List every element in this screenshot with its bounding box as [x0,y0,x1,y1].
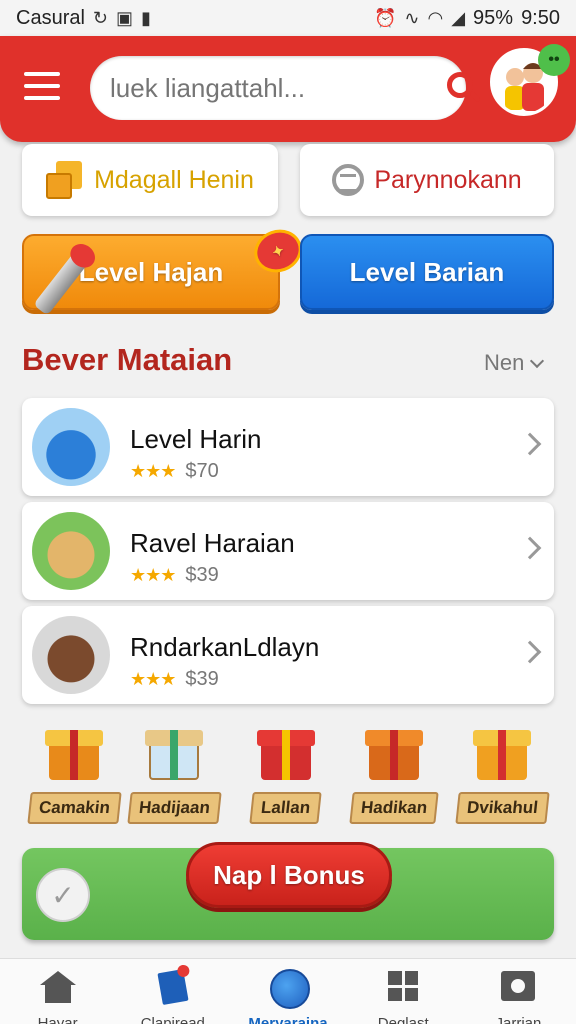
level-button-label: Level Hajan [78,256,224,287]
check-icon[interactable]: ✓ [36,868,90,922]
list-item-title: RndarkanLdlayn [130,632,320,662]
menu-icon[interactable] [24,72,60,100]
nav-item-grid[interactable]: Deglast [346,959,461,1024]
document-icon [46,161,84,199]
search-bar [90,56,482,120]
gift-label: Hadikan [349,792,439,824]
gift-label: Dvikahul [454,792,550,824]
battery-level: 95% [473,6,514,29]
quick-action-payment[interactable]: Parynnokann [300,144,554,216]
list-item-meta: ★★★ $39 [130,564,219,587]
clock: 9:50 [521,6,560,29]
globe-icon [270,969,310,1009]
list-item[interactable]: Level Harin ★★★ $70 [22,398,554,496]
quick-action-label: Parynnokann [374,165,522,194]
bottom-nav: Hayar Clapiread Meryaraina Deglast Jarri… [0,958,576,1024]
camera-icon [500,971,536,1005]
sim-icon: ▮ [141,7,151,28]
list-item[interactable]: RndarkanLdlayn ★★★ $39 [22,606,554,704]
nav-label: Jarrian [495,1015,542,1024]
gift-item[interactable]: Lallan [236,726,336,824]
list-item-price: $39 [185,564,219,586]
treasure-chest-icon [32,616,110,694]
search-input[interactable] [110,72,445,104]
gift-box-icon [257,726,315,782]
level-blue-button[interactable]: Level Barian [300,234,554,310]
list-item-price: $70 [185,460,219,482]
section-title: Bever Mataian [22,342,233,377]
gift-label: Camakin [26,792,122,824]
signal-icon: ◢ [451,7,466,28]
grid-icon [385,971,421,1005]
nav-label: Clapiread [140,1015,205,1024]
section-more-dropdown[interactable]: Nen [484,350,545,376]
chevron-right-icon [518,640,542,664]
list-item-price: $39 [185,668,219,690]
level-orange-button[interactable]: Level Hajan ✦ [22,223,308,316]
alarm-icon: ⏰ [373,7,397,28]
nav-label: Meryaraina [248,1015,328,1024]
app-header: •• [0,36,576,142]
gift-box-icon [473,726,531,782]
online-badge-icon: •• [538,44,570,76]
vibrate-icon: ∿ [404,7,420,28]
nav-label: Hayar [37,1015,78,1024]
gift-box-icon [145,726,203,782]
screenshot-icon: ▣ [116,7,134,28]
chevron-right-icon [518,536,542,560]
gift-item[interactable]: Hadikan [344,726,444,824]
star-rating-icon: ★★★ [130,461,176,481]
nav-item-globe[interactable]: Meryaraina [230,959,345,1024]
bonus-button[interactable]: Nap l Bonus [186,842,392,908]
home-icon [39,971,76,1005]
book-icon [155,968,191,1006]
signal-circle-icon [332,164,365,196]
gift-box-icon [365,726,423,782]
nav-item-home[interactable]: Hayar [0,959,115,1024]
wifi-icon: ◠ [427,7,444,28]
gift-item[interactable]: Hadijaan [124,726,224,824]
search-icon[interactable] [445,70,482,106]
list-item-title: Ravel Haraiаn [130,528,295,558]
section-more-label: Nen [484,350,525,375]
chevron-down-icon [530,353,545,369]
star-rating-icon: ★★★ [130,669,176,689]
nav-item-book[interactable]: Clapiread [115,959,230,1024]
list-item-title: Level Harin [130,424,262,454]
treasure-chest-icon [45,726,103,782]
list-item[interactable]: Ravel Haraiаn ★★★ $39 [22,502,554,600]
chevron-right-icon [518,432,542,456]
quick-action-label: Mdagall Henin [94,165,254,194]
gift-item[interactable]: Camakin [24,726,124,824]
list-item-meta: ★★★ $70 [130,460,219,483]
quick-action-documents[interactable]: Mdagall Henin [22,144,278,216]
star-rating-icon: ★★★ [130,565,176,585]
gift-label: Lallan [249,792,323,824]
ticket-icon: ✦ [248,223,308,279]
gift-item[interactable]: Dvikahul [452,726,552,824]
nav-label: Deglast [377,1015,429,1024]
status-bar: Casural ↻ ▣ ▮ ⏰ ∿ ◠ ◢ 95% 9:50 [0,0,576,36]
gift-box-icon [32,512,110,590]
gift-label: Hadijaan [126,792,222,824]
person-laptop-icon [32,408,110,486]
sync-icon: ↻ [92,7,109,28]
list-item-meta: ★★★ $39 [130,668,219,691]
level-button-label: Level Barian [349,256,505,287]
nav-item-camera[interactable]: Jarrian [461,959,576,1024]
carrier-label: Casural [16,6,85,29]
